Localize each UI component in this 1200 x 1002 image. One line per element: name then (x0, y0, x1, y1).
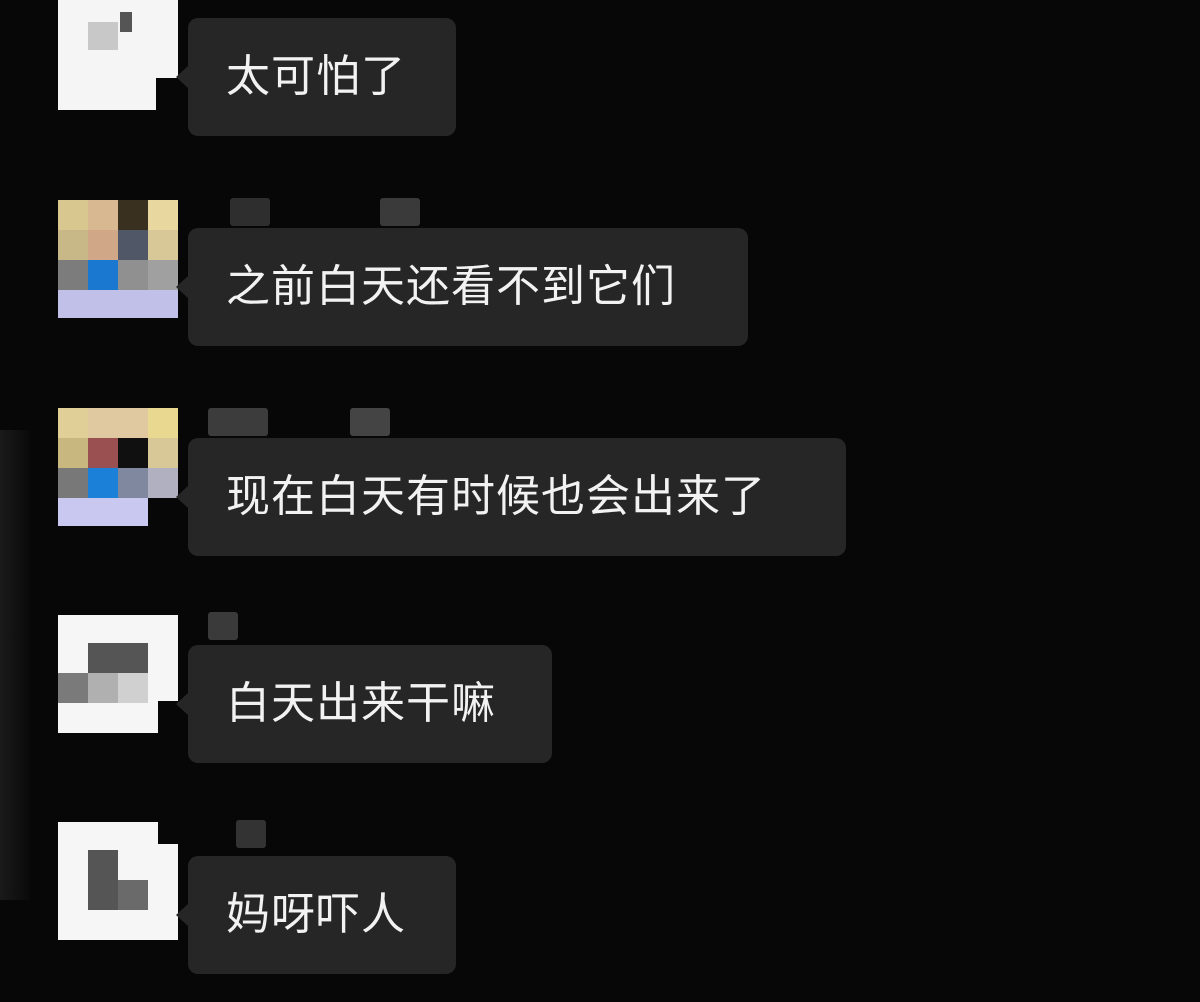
left-edge-artifact (0, 430, 30, 900)
message-bubble[interactable]: 妈呀吓人 (176, 856, 456, 974)
avatar[interactable] (58, 200, 178, 318)
sender-name-blurred (380, 198, 420, 226)
message-bubble[interactable]: 太可怕了 (176, 18, 456, 136)
message-text: 现在白天有时候也会出来了 (226, 471, 766, 522)
message-bubble[interactable]: 之前白天还看不到它们 (176, 228, 748, 346)
avatar[interactable] (58, 615, 178, 733)
message-bubble[interactable]: 白天出来干嘛 (176, 645, 552, 763)
message-text: 太可怕了 (226, 51, 406, 102)
message-text: 妈呀吓人 (226, 889, 406, 940)
avatar[interactable] (58, 0, 178, 110)
message-bubble[interactable]: 现在白天有时候也会出来了 (176, 438, 846, 556)
message-text: 白天出来干嘛 (226, 678, 496, 729)
sender-name-blurred (236, 820, 266, 848)
avatar[interactable] (58, 822, 178, 940)
sender-name-blurred (350, 408, 390, 436)
sender-name-blurred (230, 198, 270, 226)
chat-window: 太可怕了 之前白天还看不到它们 现在白天有时候也会出来了 白天出来干嘛 妈呀吓人 (0, 0, 1200, 1002)
sender-name-blurred (208, 612, 238, 640)
message-text: 之前白天还看不到它们 (226, 261, 676, 312)
avatar[interactable] (58, 408, 178, 526)
sender-name-blurred (208, 408, 268, 436)
